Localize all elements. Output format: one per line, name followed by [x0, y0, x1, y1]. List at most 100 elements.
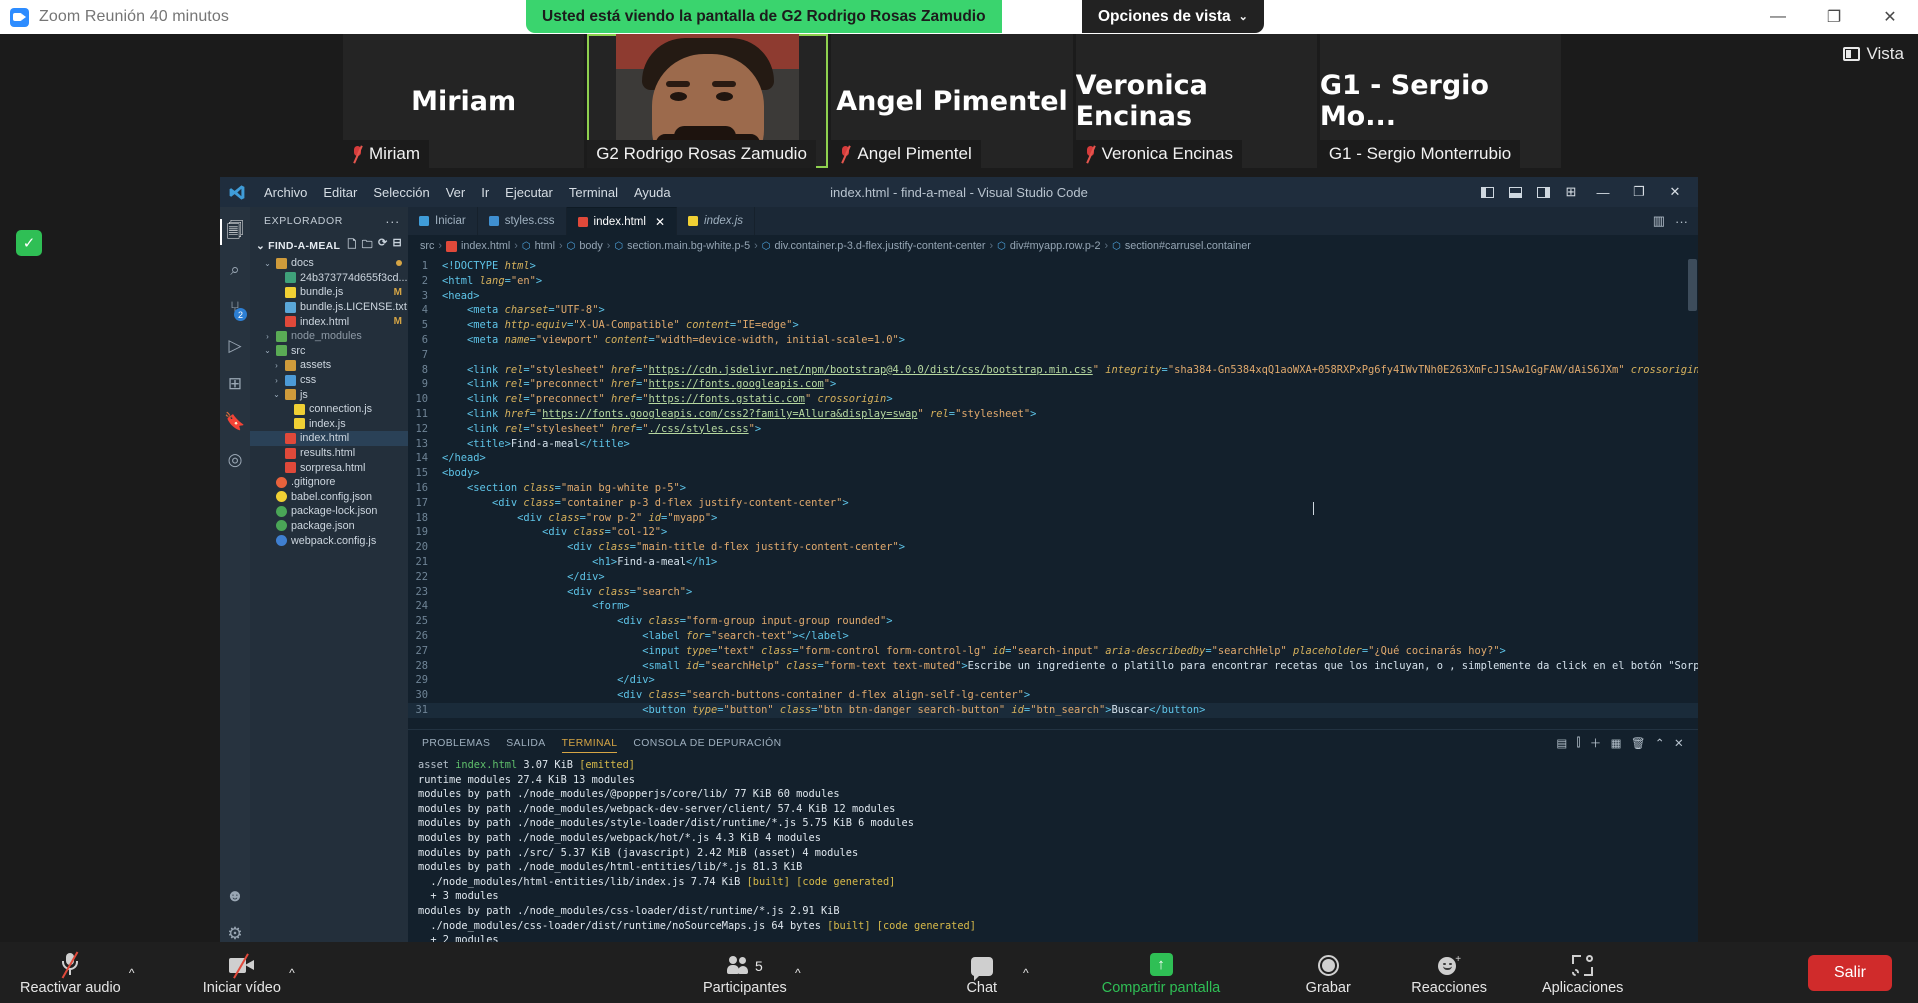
- participant-tile[interactable]: Veronica Encinas Veronica Encinas: [1075, 34, 1317, 168]
- chevron-up-icon[interactable]: ^: [1015, 951, 1037, 995]
- tree-file[interactable]: index.js: [250, 417, 408, 432]
- menu-ir[interactable]: Ir: [473, 182, 497, 203]
- split-editor-icon[interactable]: ▥: [1653, 213, 1665, 229]
- tree-file[interactable]: results.html: [250, 446, 408, 461]
- kill-terminal-icon[interactable]: 🗑: [1631, 736, 1646, 750]
- menu-terminal[interactable]: Terminal: [561, 182, 626, 203]
- close-panel-icon[interactable]: ✕: [1674, 736, 1684, 750]
- tree-folder[interactable]: ⌄ docs: [250, 256, 408, 271]
- chevron-up-icon[interactable]: ^: [787, 951, 809, 995]
- source-control-icon[interactable]: ⑂ 2: [220, 289, 250, 327]
- menu-ayuda[interactable]: Ayuda: [626, 182, 679, 203]
- breadcrumb-item[interactable]: ⬡ section.main.bg-white.p-5: [614, 240, 750, 252]
- panel-tab[interactable]: SALIDA: [506, 734, 545, 752]
- terminal-kind-icon[interactable]: ▤: [1556, 736, 1567, 750]
- editor-tab[interactable]: index.js: [677, 207, 756, 235]
- chevron-up-icon[interactable]: ^: [281, 951, 303, 995]
- maximize-button[interactable]: ❐: [1806, 0, 1862, 34]
- tree-folder[interactable]: › assets: [250, 358, 408, 373]
- editor-tab[interactable]: Iniciar: [408, 207, 478, 235]
- breadcrumb-item[interactable]: ⬡ body: [567, 240, 603, 252]
- minimize-button[interactable]: —: [1750, 0, 1806, 34]
- view-button[interactable]: Vista: [1842, 44, 1904, 64]
- tree-file[interactable]: bundle.js.LICENSE.txt: [250, 300, 408, 315]
- breadcrumb-item[interactable]: index.html: [446, 240, 510, 252]
- bookmarks-icon[interactable]: 🔖: [220, 403, 250, 441]
- breadcrumb-item[interactable]: ⬡ div#myapp.row.p-2: [997, 240, 1100, 252]
- liveshare-icon[interactable]: ◎: [220, 441, 250, 479]
- new-folder-icon[interactable]: 🗀: [362, 236, 373, 255]
- panel-tab[interactable]: CONSOLA DE DEPURACIÓN: [633, 734, 781, 752]
- tree-folder[interactable]: ⌄ src: [250, 344, 408, 359]
- tree-folder[interactable]: › node_modules: [250, 329, 408, 344]
- close-button[interactable]: ✕: [1862, 0, 1918, 34]
- tree-file[interactable]: connection.js: [250, 402, 408, 417]
- tree-file[interactable]: index.html M: [250, 314, 408, 329]
- tree-file[interactable]: .gitignore: [250, 475, 408, 490]
- tree-file[interactable]: babel.config.json: [250, 490, 408, 505]
- breadcrumb-item[interactable]: ⬡ html: [522, 240, 555, 252]
- tree-file[interactable]: webpack.config.js: [250, 533, 408, 548]
- toolbar-iniciar-v-deo-button[interactable]: Iniciar vídeo: [203, 942, 281, 1003]
- toolbar-compartir-pantalla-button[interactable]: ↑ Compartir pantalla: [1102, 942, 1220, 1003]
- toolbar-participantes-button[interactable]: 5 Participantes: [703, 942, 787, 1003]
- code-editor[interactable]: 1 <!DOCTYPE html> 2 <html lang="en"> 3 <head>…: [408, 257, 1698, 729]
- toolbar-reactivar-audio-button[interactable]: Reactivar audio: [20, 942, 121, 1003]
- toolbar-grabar-button[interactable]: Grabar: [1295, 942, 1361, 1003]
- new-terminal-icon[interactable]: ＋: [1590, 735, 1602, 751]
- explorer-more-actions-icon[interactable]: ···: [385, 214, 400, 229]
- breadcrumb-item[interactable]: ⬡ section#carrusel.container: [1112, 240, 1251, 252]
- tree-file[interactable]: sorpresa.html: [250, 460, 408, 475]
- run-debug-icon[interactable]: ▷: [220, 327, 250, 365]
- tree-file[interactable]: 24b373774d655f3cd...: [250, 271, 408, 286]
- more-actions-icon[interactable]: ···: [1675, 214, 1688, 229]
- tree-file[interactable]: bundle.js M: [250, 285, 408, 300]
- terminal-output[interactable]: asset index.html 3.07 KiB [emitted] runti…: [408, 756, 1698, 961]
- editor-tab[interactable]: styles.css: [477, 207, 567, 235]
- explorer-project-row[interactable]: ⌄ FIND-A-MEAL 🗋 🗀 ⟳ ⊟: [250, 235, 408, 256]
- participant-tile[interactable]: Miriam Miriam: [343, 34, 585, 168]
- maximize-panel-icon[interactable]: ⌃: [1655, 736, 1665, 750]
- explorer-icon[interactable]: 🗐: [220, 213, 250, 251]
- close-tab-icon[interactable]: ✕: [655, 215, 665, 229]
- participant-tile[interactable]: Angel Pimentel Angel Pimentel: [831, 34, 1073, 168]
- refresh-icon[interactable]: ⟳: [378, 236, 388, 255]
- breadcrumb-item[interactable]: src: [420, 240, 434, 252]
- customize-layout-icon[interactable]: ⊞: [1558, 180, 1584, 204]
- collapse-all-icon[interactable]: ⊟: [392, 236, 402, 255]
- menu-seleccin[interactable]: Selección: [365, 182, 437, 203]
- extensions-icon[interactable]: ⊞: [220, 365, 250, 403]
- panel-tab[interactable]: PROBLEMAS: [422, 734, 490, 752]
- editor-tab[interactable]: index.html ✕: [566, 207, 678, 235]
- menu-editar[interactable]: Editar: [315, 182, 365, 203]
- view-options-button[interactable]: Opciones de vista ⌄: [1082, 0, 1264, 33]
- participant-tile[interactable]: G2 Rodrigo Rosas Zamudio: [587, 34, 829, 168]
- tree-file[interactable]: package-lock.json: [250, 504, 408, 519]
- participant-tile[interactable]: G1 - Sergio Mo... G1 - Sergio Monterrubio: [1319, 34, 1562, 168]
- chevron-up-icon[interactable]: ^: [121, 951, 143, 995]
- leave-meeting-button[interactable]: Salir: [1807, 954, 1892, 991]
- toolbar-reacciones-button[interactable]: + Reacciones: [1411, 942, 1487, 1003]
- accounts-icon[interactable]: ☻: [220, 877, 250, 915]
- menu-archivo[interactable]: Archivo: [256, 182, 315, 203]
- tree-file[interactable]: package.json: [250, 519, 408, 534]
- vscode-close-button[interactable]: ✕: [1658, 179, 1692, 205]
- new-file-icon[interactable]: 🗋: [347, 236, 356, 255]
- vscode-maximize-button[interactable]: ❐: [1622, 179, 1656, 205]
- editor-scrollbar[interactable]: [1688, 259, 1697, 311]
- breadcrumb-item[interactable]: ⬡ div.container.p-3.d-flex.justify-conten…: [762, 240, 986, 252]
- search-icon[interactable]: ⌕: [220, 251, 250, 289]
- panel-tab[interactable]: TERMINAL: [561, 734, 618, 753]
- layout-icon[interactable]: ▦: [1611, 736, 1622, 750]
- toolbar-aplicaciones-button[interactable]: Aplicaciones: [1542, 942, 1623, 1003]
- vscode-minimize-button[interactable]: —: [1586, 179, 1620, 205]
- toggle-secondary-sidebar-icon[interactable]: [1530, 180, 1556, 204]
- tree-folder[interactable]: ⌄ js: [250, 387, 408, 402]
- menu-ejecutar[interactable]: Ejecutar: [497, 182, 561, 203]
- split-terminal-icon[interactable]: ⫿: [1577, 737, 1581, 750]
- toolbar-chat-button[interactable]: Chat: [949, 942, 1015, 1003]
- breadcrumb[interactable]: src › index.html › ⬡ html › ⬡ body › ⬡ section.main…: [408, 235, 1698, 257]
- tree-file[interactable]: index.html: [250, 431, 408, 446]
- toggle-panel-icon[interactable]: [1502, 180, 1528, 204]
- menu-ver[interactable]: Ver: [438, 182, 474, 203]
